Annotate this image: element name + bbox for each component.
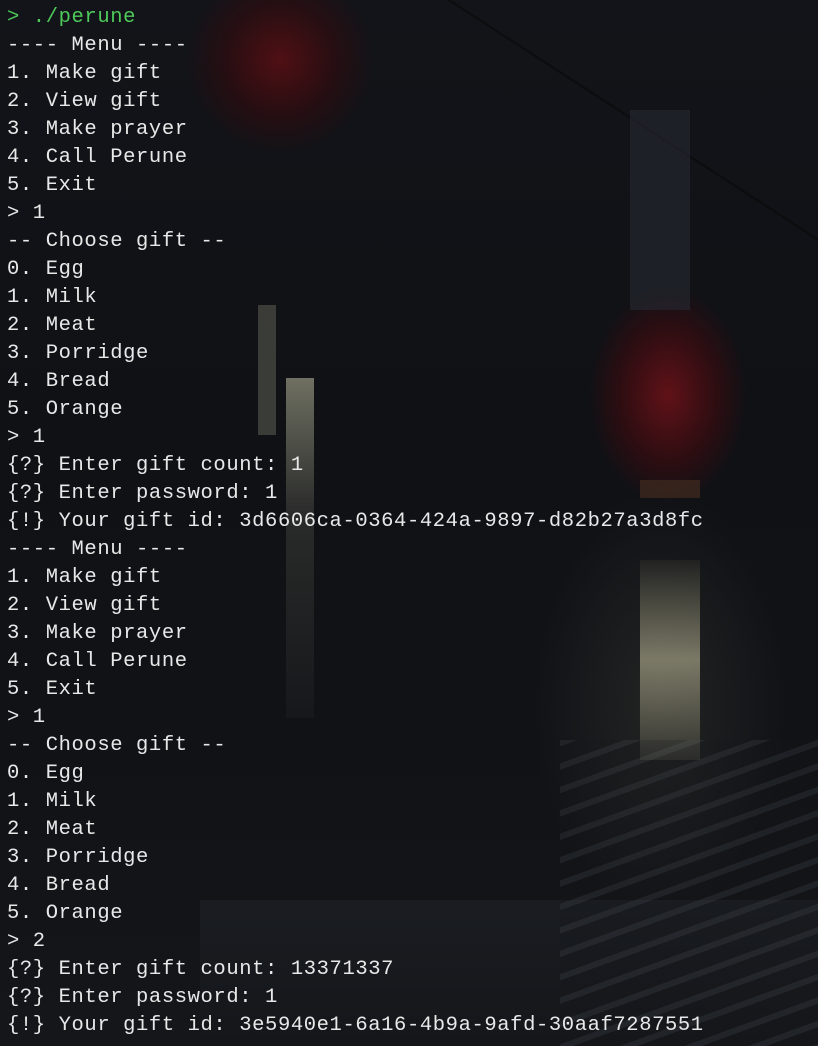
terminal-output-line: 5. Exit [7, 678, 98, 701]
terminal-output-line: {?} Enter password: 1 [7, 986, 278, 1009]
user-input-line: > 1 [7, 706, 46, 729]
user-input-line: > 1 [7, 202, 46, 225]
terminal-output-line: 5. Orange [7, 398, 124, 421]
terminal-output-line: -- Choose gift -- [7, 734, 227, 757]
terminal-output-line: 3. Porridge [7, 342, 149, 365]
terminal-output-line: 3. Make prayer [7, 118, 188, 141]
user-input-line: > 1 [7, 426, 46, 449]
terminal-output-line: 2. Meat [7, 314, 98, 337]
user-input-line: > 2 [7, 930, 46, 953]
terminal-output-line: {?} Enter password: 1 [7, 482, 278, 505]
terminal-output-line: 1. Make gift [7, 62, 162, 85]
terminal-output-line: 4. Call Perune [7, 146, 188, 169]
terminal-window[interactable]: > ./perune ---- Menu ---- 1. Make gift 2. V… [0, 0, 818, 1046]
terminal-output-line: 4. Call Perune [7, 650, 188, 673]
terminal-output-line: 3. Make prayer [7, 622, 188, 645]
terminal-output-line: 5. Orange [7, 902, 124, 925]
terminal-output-line: ---- Menu ---- [7, 34, 188, 57]
terminal-output-line: -- Choose gift -- [7, 230, 227, 253]
terminal-output-line: 0. Egg [7, 258, 85, 281]
terminal-output-line: 5. Exit [7, 174, 98, 197]
terminal-output-line: 2. View gift [7, 594, 162, 617]
terminal-output-line: 2. View gift [7, 90, 162, 113]
terminal-output-line: 1. Make gift [7, 566, 162, 589]
terminal-output-line: 4. Bread [7, 370, 111, 393]
terminal-output-line: 1. Milk [7, 790, 98, 813]
terminal-output-line: {!} Your gift id: 3e5940e1-6a16-4b9a-9af… [7, 1014, 704, 1037]
terminal-output-line: {?} Enter gift count: 13371337 [7, 958, 395, 981]
terminal-output-line: ---- Menu ---- [7, 538, 188, 561]
terminal-output-line: 2. Meat [7, 818, 98, 841]
command-prompt-line: > ./perune [7, 6, 137, 29]
terminal-output-line: {?} Enter gift count: 1 [7, 454, 304, 477]
terminal-output: > ./perune ---- Menu ---- 1. Make gift 2. V… [7, 4, 704, 1040]
terminal-output-line: 3. Porridge [7, 846, 149, 869]
terminal-output-line: 1. Milk [7, 286, 98, 309]
terminal-output-line: 0. Egg [7, 762, 85, 785]
terminal-output-line: 4. Bread [7, 874, 111, 897]
terminal-output-line: {!} Your gift id: 3d6606ca-0364-424a-989… [7, 510, 704, 533]
